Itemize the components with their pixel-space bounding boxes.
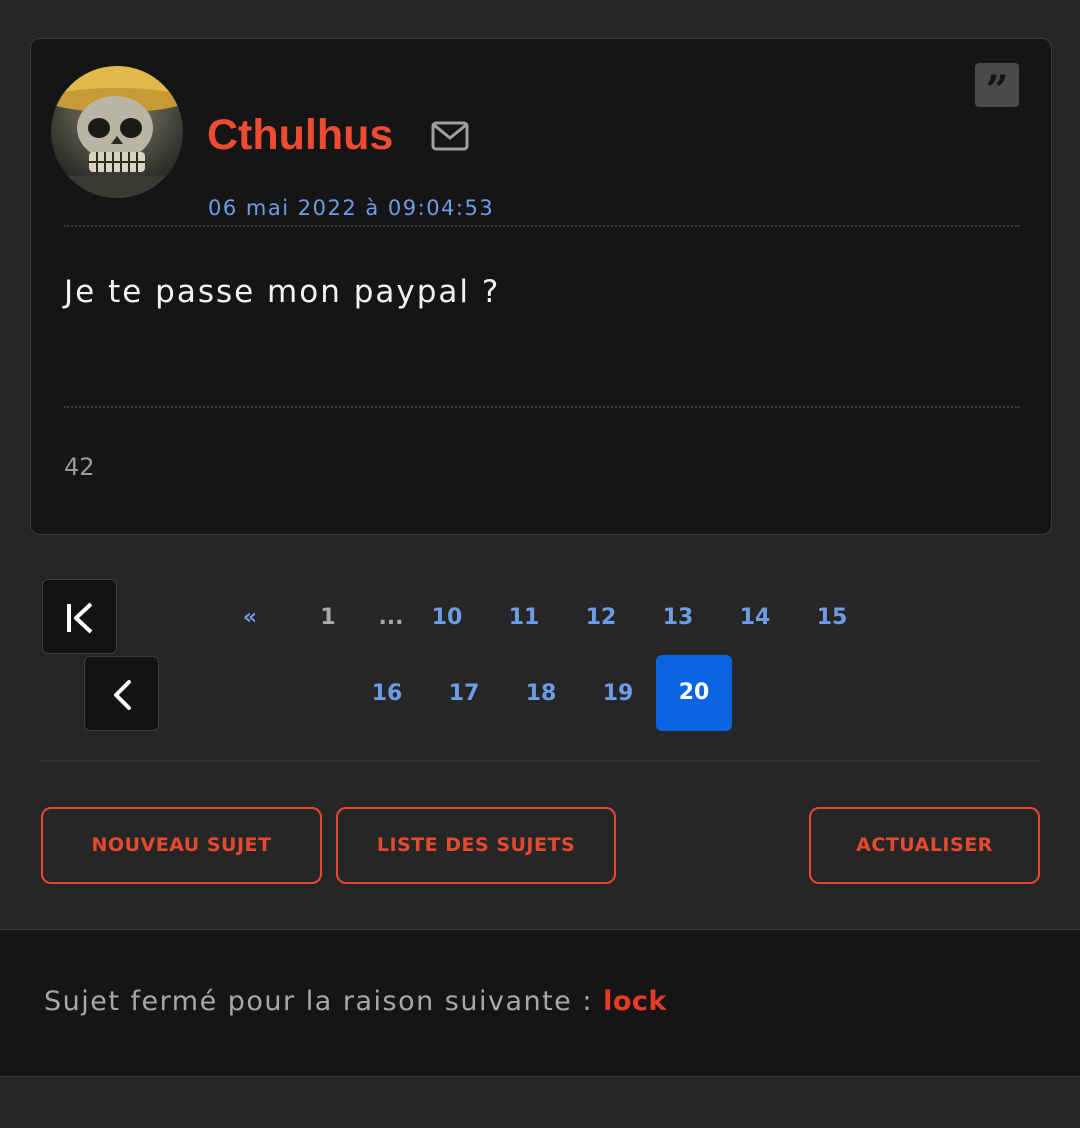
forum-post: Cthulhus 06 mai 2022 à 09:04:53 ” Je te … bbox=[30, 38, 1052, 535]
page-link[interactable]: 15 bbox=[794, 580, 870, 656]
page-link[interactable]: 12 bbox=[563, 580, 639, 656]
post-number: 42 bbox=[64, 453, 95, 481]
previous-page-button[interactable] bbox=[84, 656, 159, 731]
first-page-icon bbox=[67, 602, 93, 634]
divider bbox=[64, 406, 1020, 408]
quote-button[interactable]: ” bbox=[975, 63, 1019, 114]
page-link[interactable]: 13 bbox=[640, 580, 716, 656]
page-link[interactable]: 11 bbox=[486, 580, 562, 656]
closed-notice-label: Sujet fermé pour la raison suivante : bbox=[44, 986, 593, 1017]
page-link[interactable]: 14 bbox=[717, 580, 793, 656]
post-date: 06 mai 2022 à 09:04:53 bbox=[208, 196, 495, 220]
page-link[interactable]: 16 bbox=[349, 656, 425, 732]
current-page[interactable]: 20 bbox=[656, 655, 732, 731]
avatar[interactable] bbox=[51, 66, 183, 198]
mail-icon[interactable] bbox=[431, 121, 469, 151]
closed-topic-notice: Sujet fermé pour la raison suivante : lo… bbox=[0, 929, 1080, 1077]
page-link[interactable]: 10 bbox=[409, 580, 485, 656]
new-topic-button[interactable]: NOUVEAU SUJET bbox=[41, 807, 322, 884]
closed-notice-text: Sujet fermé pour la raison suivante : lo… bbox=[44, 986, 667, 1017]
page-link[interactable]: 19 bbox=[580, 656, 656, 732]
refresh-button[interactable]: ACTUALISER bbox=[809, 807, 1040, 884]
topic-list-button[interactable]: LISTE DES SUJETS bbox=[336, 807, 616, 884]
page-link[interactable]: 17 bbox=[426, 656, 502, 732]
page-link[interactable]: 18 bbox=[503, 656, 579, 732]
skull-avatar bbox=[51, 66, 183, 198]
closed-reason: lock bbox=[603, 986, 667, 1017]
divider bbox=[41, 760, 1040, 762]
first-page-button[interactable] bbox=[42, 579, 117, 654]
page-prev-link[interactable]: « bbox=[212, 580, 288, 656]
chevron-left-icon bbox=[114, 680, 131, 710]
quote-icon: ” bbox=[985, 67, 1009, 114]
author-name[interactable]: Cthulhus bbox=[207, 107, 393, 163]
post-message: Je te passe mon paypal ? bbox=[64, 274, 501, 310]
divider bbox=[64, 225, 1020, 227]
